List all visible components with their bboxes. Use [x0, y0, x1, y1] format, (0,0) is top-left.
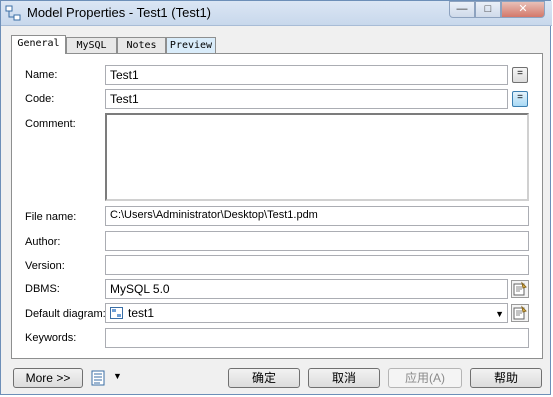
name-label: Name: — [25, 69, 58, 81]
dbms-properties-button[interactable] — [511, 280, 529, 298]
properties-icon — [513, 305, 527, 320]
properties-icon — [513, 281, 527, 296]
minimize-icon: — — [456, 3, 468, 15]
close-button[interactable]: ✕ — [501, 1, 545, 18]
name-input[interactable]: Test1 — [105, 65, 508, 85]
keywords-label: Keywords: — [25, 332, 77, 344]
default-diagram-select[interactable]: test1 ▼ — [105, 303, 508, 323]
maximize-icon: □ — [484, 3, 492, 15]
model-icon — [5, 5, 21, 21]
tab-mysql[interactable]: MySQL — [66, 37, 117, 53]
tab-general[interactable]: General — [11, 35, 66, 54]
keywords-input[interactable] — [105, 328, 529, 348]
comment-textarea[interactable] — [105, 113, 529, 201]
title-bar[interactable]: Model Properties - Test1 (Test1) — □ ✕ — [1, 1, 552, 26]
author-label: Author: — [25, 236, 61, 248]
author-input[interactable] — [105, 231, 529, 251]
apply-button: 应用(A) — [388, 368, 462, 388]
version-input[interactable] — [105, 255, 529, 275]
dbms-label: DBMS: — [25, 283, 60, 295]
chevron-down-icon: ▼ — [113, 371, 122, 381]
list-view-icon — [91, 370, 105, 386]
version-label: Version: — [25, 260, 65, 272]
help-button[interactable]: 帮助 — [470, 368, 542, 388]
view-menu-button[interactable]: ▼ — [91, 370, 125, 386]
comment-label: Comment: — [25, 118, 76, 130]
tab-notes[interactable]: Notes — [117, 37, 166, 53]
diagram-icon — [110, 307, 123, 319]
maximize-button[interactable]: □ — [475, 1, 501, 18]
name-equal-button[interactable]: = — [512, 67, 528, 83]
minimize-button[interactable]: — — [449, 1, 475, 18]
tab-preview[interactable]: Preview — [166, 37, 216, 53]
code-equal-button[interactable]: = — [512, 91, 528, 107]
dropdown-arrow-icon: ▼ — [495, 309, 504, 319]
close-icon: ✕ — [518, 3, 528, 15]
cancel-button[interactable]: 取消 — [308, 368, 380, 388]
file-name-input[interactable]: C:\Users\Administrator\Desktop\Test1.pdm — [105, 206, 529, 226]
code-input[interactable]: Test1 — [105, 89, 508, 109]
code-label: Code: — [25, 93, 55, 105]
diagram-properties-button[interactable] — [511, 304, 529, 322]
file-name-label: File name: — [25, 211, 77, 223]
model-properties-window: Model Properties - Test1 (Test1) — □ ✕ G… — [0, 0, 552, 395]
default-diagram-label: Default diagram: — [25, 308, 106, 320]
window-title: Model Properties - Test1 (Test1) — [27, 5, 211, 20]
default-diagram-value: test1 — [128, 306, 155, 320]
dbms-input[interactable]: MySQL 5.0 — [105, 279, 508, 299]
ok-button[interactable]: 确定 — [228, 368, 300, 388]
more-button[interactable]: More >> — [13, 368, 83, 388]
